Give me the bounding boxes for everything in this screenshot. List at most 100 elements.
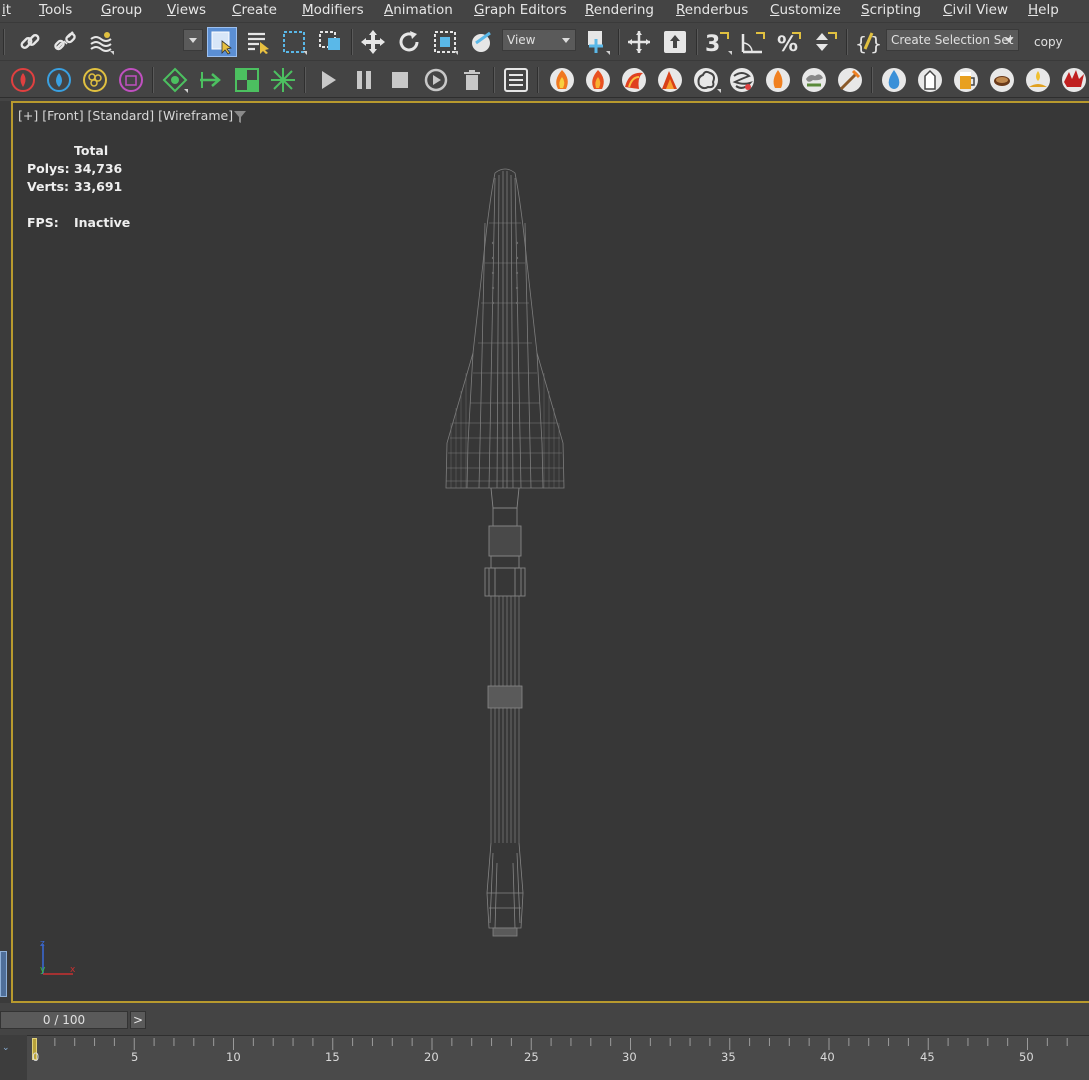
rocket-wireframe-model[interactable] bbox=[433, 163, 573, 943]
stats-total-header: Total bbox=[74, 143, 109, 158]
percent-snap-icon[interactable]: % bbox=[774, 27, 804, 57]
spinner-snap-icon[interactable] bbox=[810, 27, 840, 57]
particle-icon[interactable] bbox=[80, 65, 110, 95]
splash-icon[interactable] bbox=[1023, 65, 1053, 95]
menu-civil-view[interactable]: Civil View bbox=[943, 2, 1008, 18]
axis-x-label: x bbox=[70, 965, 76, 975]
stats-verts-label: Verts: bbox=[27, 179, 70, 194]
reference-coordinate-value: View bbox=[507, 33, 536, 47]
brush-icon[interactable] bbox=[835, 65, 865, 95]
toolbar-separator bbox=[304, 67, 306, 93]
fire-effect-icon[interactable] bbox=[8, 65, 38, 95]
select-object-icon[interactable] bbox=[207, 27, 237, 57]
menu-group[interactable]: Group bbox=[101, 2, 142, 18]
menu-modifiers[interactable]: Modifiers bbox=[302, 2, 364, 18]
track-label: 10 bbox=[226, 1050, 241, 1064]
milk-icon[interactable] bbox=[915, 65, 945, 95]
flame-icon[interactable] bbox=[655, 65, 685, 95]
menu-edit[interactable]: it bbox=[2, 2, 11, 18]
water-effect-icon[interactable] bbox=[44, 65, 74, 95]
flame-icon[interactable] bbox=[583, 65, 613, 95]
toolbar-separator bbox=[537, 67, 539, 93]
red-splash-icon[interactable] bbox=[1059, 65, 1089, 95]
toolbar-separator bbox=[846, 29, 848, 55]
placement-icon[interactable] bbox=[466, 27, 496, 57]
axis-z-label: z bbox=[40, 939, 45, 949]
track-bar-toggle[interactable]: ⌄ bbox=[0, 1035, 27, 1080]
stats-verts-value: 33,691 bbox=[74, 179, 123, 194]
track-label: 20 bbox=[424, 1050, 439, 1064]
toolbar-separator bbox=[871, 67, 873, 93]
toolbar-separator bbox=[696, 29, 698, 55]
flame-icon[interactable] bbox=[547, 65, 577, 95]
time-slider[interactable]: 0 / 100 bbox=[0, 1011, 128, 1029]
select-by-name-icon[interactable] bbox=[243, 27, 273, 57]
window-crossing-icon[interactable] bbox=[315, 27, 345, 57]
coffee-icon[interactable] bbox=[987, 65, 1017, 95]
front-viewport[interactable]: [+] [Front] [Standard] [Wireframe] Total… bbox=[11, 101, 1089, 1003]
menu-views[interactable]: Views bbox=[167, 2, 206, 18]
track-label: 15 bbox=[325, 1050, 340, 1064]
keyboard-shortcut-icon[interactable] bbox=[660, 27, 690, 57]
drop-flame-icon[interactable] bbox=[763, 65, 793, 95]
track-label: 25 bbox=[524, 1050, 539, 1064]
link-icon[interactable] bbox=[15, 27, 45, 57]
angle-snap-icon[interactable] bbox=[738, 27, 768, 57]
stats-polys-value: 34,736 bbox=[74, 161, 123, 176]
toolbar-separator bbox=[493, 67, 495, 93]
time-slider-bar: 0 / 100 > bbox=[0, 1005, 1089, 1035]
svg-text:{: { bbox=[855, 33, 867, 55]
plugin-toolbar bbox=[0, 60, 1089, 98]
unlink-icon[interactable] bbox=[50, 27, 80, 57]
edit-named-sets-icon[interactable]: {} bbox=[852, 27, 882, 57]
list-icon[interactable] bbox=[501, 65, 531, 95]
svg-text:%: % bbox=[777, 32, 798, 55]
select-manipulate-icon[interactable] bbox=[624, 27, 654, 57]
toolbar-separator bbox=[152, 67, 154, 93]
track-label: 50 bbox=[1019, 1050, 1034, 1064]
track-label: 40 bbox=[820, 1050, 835, 1064]
menu-rendering[interactable]: Rendering bbox=[585, 2, 654, 18]
filter-icon[interactable] bbox=[233, 110, 247, 124]
svg-text:3: 3 bbox=[705, 32, 720, 55]
arrow-icon[interactable] bbox=[196, 65, 226, 95]
stop-icon[interactable] bbox=[385, 65, 415, 95]
viewport-label[interactable]: [+] [Front] [Standard] [Wireframe] bbox=[18, 108, 233, 123]
axis-tripod-icon: z y x bbox=[40, 939, 76, 975]
checker-icon[interactable] bbox=[232, 65, 262, 95]
selection-set-value: Create Selection Set bbox=[891, 33, 1014, 47]
copy-label: copy bbox=[1034, 35, 1063, 49]
stats-fps-value: Inactive bbox=[74, 215, 131, 230]
move-icon[interactable] bbox=[358, 27, 388, 57]
flame-icon[interactable] bbox=[619, 65, 649, 95]
stats-polys-label: Polys: bbox=[27, 161, 70, 176]
burst-icon[interactable] bbox=[268, 65, 298, 95]
create-selection-set-dropdown[interactable]: Create Selection Set bbox=[886, 29, 1019, 51]
menu-bar: it Tools Group Views Create Modifiers An… bbox=[0, 0, 1089, 22]
side-tab[interactable] bbox=[0, 951, 7, 997]
beer-icon[interactable] bbox=[951, 65, 981, 95]
replay-icon[interactable] bbox=[421, 65, 451, 95]
rotate-icon[interactable] bbox=[394, 27, 424, 57]
timeline-track[interactable]: 0 5 10 15 20 25 30 35 40 45 50 bbox=[27, 1035, 1089, 1080]
reference-coordinate-dropdown[interactable]: View bbox=[502, 29, 576, 51]
menu-animation[interactable]: Animation bbox=[384, 2, 453, 18]
next-frame-button[interactable]: > bbox=[130, 1011, 146, 1029]
pause-icon[interactable] bbox=[349, 65, 379, 95]
box-effect-icon[interactable] bbox=[116, 65, 146, 95]
smoke-icon[interactable] bbox=[799, 65, 829, 95]
swirl-icon[interactable] bbox=[727, 65, 757, 95]
menu-customize[interactable]: Customize bbox=[770, 2, 841, 18]
selection-filter-dropdown[interactable] bbox=[183, 29, 203, 51]
menu-create[interactable]: Create bbox=[232, 2, 277, 18]
track-label: 5 bbox=[131, 1050, 139, 1064]
trash-icon[interactable] bbox=[457, 65, 487, 95]
menu-tools[interactable]: Tools bbox=[39, 2, 72, 18]
toolbar-separator bbox=[351, 29, 353, 55]
play-icon[interactable] bbox=[313, 65, 343, 95]
menu-renderbus[interactable]: Renderbus bbox=[676, 2, 748, 18]
menu-scripting[interactable]: Scripting bbox=[861, 2, 921, 18]
water-drop-icon[interactable] bbox=[879, 65, 909, 95]
menu-graph-editors[interactable]: Graph Editors bbox=[474, 2, 567, 18]
menu-help[interactable]: Help bbox=[1028, 2, 1059, 18]
